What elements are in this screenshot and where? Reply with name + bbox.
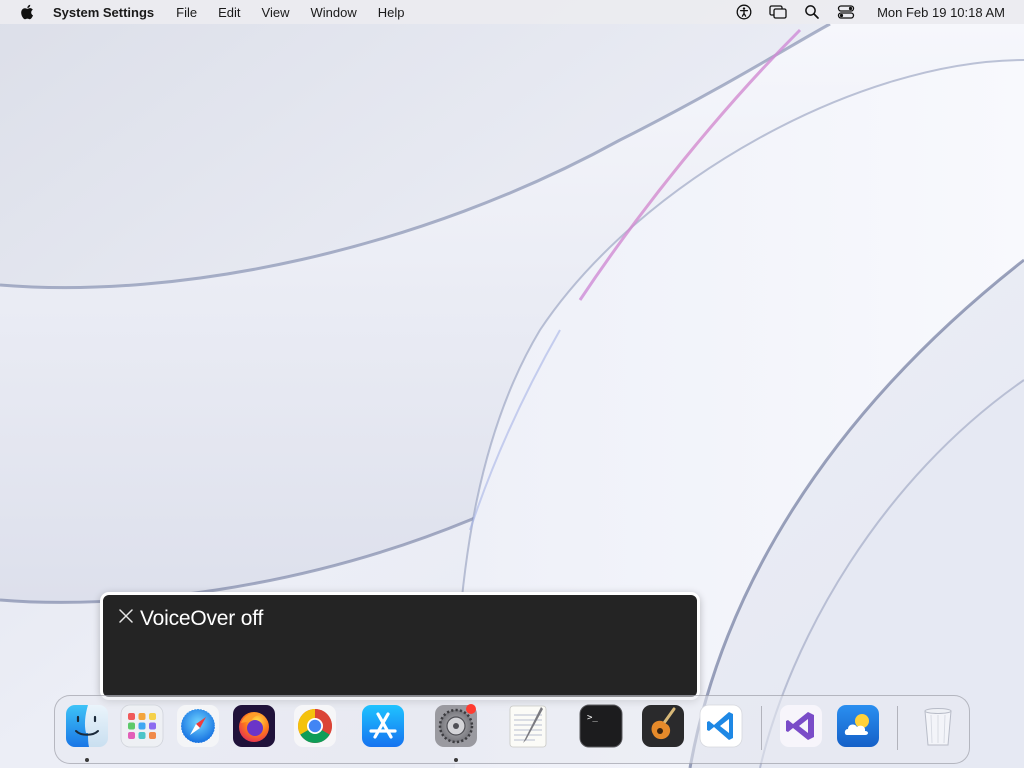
voiceover-status-text: VoiceOver off <box>140 607 264 630</box>
menu-help[interactable]: Help <box>378 5 405 20</box>
dock-running-indicator <box>454 758 458 762</box>
system-settings-icon <box>435 704 477 747</box>
close-icon[interactable] <box>118 608 134 624</box>
menu-bar-clock[interactable]: Mon Feb 19 10:18 AM <box>877 5 1005 20</box>
dock-item-visual-studio[interactable] <box>778 703 824 749</box>
dock-item-trash[interactable] <box>915 703 961 749</box>
desktop: System Settings File Edit View Window He… <box>0 0 1024 768</box>
dock-item-textedit[interactable] <box>505 703 551 749</box>
garageband-icon <box>642 705 684 747</box>
menu-bar: System Settings File Edit View Window He… <box>0 0 1024 24</box>
chrome-icon <box>294 705 336 747</box>
menu-window[interactable]: Window <box>310 5 356 20</box>
apple-menu-icon[interactable] <box>17 2 37 22</box>
vscode-icon <box>699 704 743 748</box>
menu-edit[interactable]: Edit <box>218 5 240 20</box>
accessibility-icon[interactable] <box>733 2 755 22</box>
dock-item-system-settings[interactable] <box>433 703 479 749</box>
dock-item-weather[interactable] <box>835 703 881 749</box>
dock-item-finder[interactable] <box>64 703 110 749</box>
visual-studio-icon <box>780 705 822 747</box>
dock-item-app-store[interactable] <box>360 703 406 749</box>
dock-item-safari[interactable] <box>175 703 221 749</box>
menu-bar-status-area: Mon Feb 19 10:18 AM <box>727 0 1024 24</box>
menu-view[interactable]: View <box>262 5 290 20</box>
firefox-icon <box>233 705 275 747</box>
dock-item-vscode[interactable] <box>698 703 744 749</box>
dock-separator <box>897 706 898 750</box>
weather-icon <box>837 705 879 747</box>
control-center-icon[interactable] <box>835 2 857 22</box>
safari-icon <box>177 705 219 747</box>
spotlight-search-icon[interactable] <box>801 2 823 22</box>
active-app-name[interactable]: System Settings <box>53 5 154 20</box>
textedit-icon <box>509 705 547 748</box>
dock-separator <box>761 706 762 750</box>
dock-item-chrome[interactable] <box>292 703 338 749</box>
finder-icon <box>66 705 108 747</box>
dock: >_ <box>54 695 970 764</box>
menu-file[interactable]: File <box>176 5 197 20</box>
dock-running-indicator <box>85 758 89 762</box>
launchpad-icon <box>120 704 164 748</box>
dock-item-garageband[interactable] <box>640 703 686 749</box>
dock-item-terminal[interactable]: >_ <box>578 703 624 749</box>
terminal-prompt-glyph: >_ <box>587 713 598 723</box>
app-store-icon <box>362 705 404 747</box>
voiceover-caption-panel: VoiceOver off <box>100 592 700 700</box>
screen-mirroring-icon[interactable] <box>767 2 789 22</box>
terminal-icon: >_ <box>579 704 623 748</box>
dock-item-firefox[interactable] <box>231 703 277 749</box>
dock-item-launchpad[interactable] <box>119 703 165 749</box>
trash-icon <box>924 708 952 746</box>
